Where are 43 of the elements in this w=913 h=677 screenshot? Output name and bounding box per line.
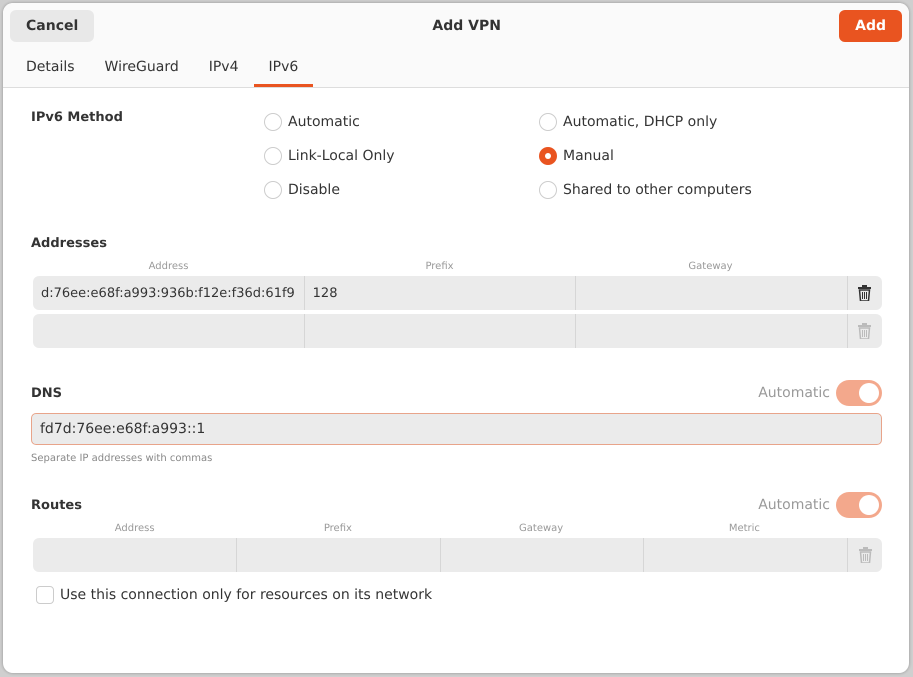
radio-button[interactable]	[264, 147, 282, 165]
trash-icon	[858, 323, 872, 339]
table-cell[interactable]: 128	[304, 276, 576, 310]
radio-label: Automatic, DHCP only	[563, 114, 718, 130]
dialog-title: Add VPN	[432, 18, 501, 34]
add-button[interactable]: Add	[839, 10, 902, 42]
column-header: Prefix	[424, 260, 455, 272]
tab[interactable]: IPv6	[254, 49, 314, 87]
column-header: Prefix	[322, 522, 353, 534]
toggle-switch[interactable]	[836, 492, 882, 518]
radio-button[interactable]	[264, 113, 282, 131]
cancel-button[interactable]: Cancel	[10, 10, 94, 42]
table-cell[interactable]: d:76ee:e68f:a993:936b:f12e:f36d:61f9	[33, 276, 305, 310]
radio-label: Disable	[288, 182, 340, 198]
checkbox-label: Use this connection only for resources on its network	[60, 587, 432, 603]
column-header: Gateway	[687, 260, 734, 272]
dns-field[interactable]: fd7d:76ee:e68f:a993::1	[31, 413, 882, 445]
trash-icon	[858, 285, 872, 301]
column-header: Metric	[728, 522, 761, 534]
toggle-label: Automatic	[758, 497, 830, 513]
radio-label: Shared to other computers	[563, 182, 752, 198]
radio-label: Automatic	[288, 114, 360, 130]
section-label: Routes	[31, 498, 82, 512]
checkbox[interactable]	[36, 586, 54, 604]
tab[interactable]: Details	[11, 49, 90, 87]
radio-button[interactable]	[539, 181, 557, 199]
radio-button[interactable]	[539, 113, 557, 131]
column-header: Address	[148, 260, 190, 272]
tab[interactable]: WireGuard	[90, 49, 194, 87]
radio-button[interactable]	[539, 147, 557, 165]
trash-icon	[858, 547, 872, 563]
tab[interactable]: IPv4	[194, 49, 254, 87]
section-label: IPv6 Method	[31, 110, 124, 127]
section-label: Addresses	[31, 236, 107, 250]
toggle-label: Automatic	[758, 385, 830, 401]
radio-label: Link-Local Only	[288, 148, 395, 164]
hint-text: Separate IP addresses with commas	[31, 453, 214, 464]
column-header: Address	[114, 522, 156, 534]
radio-button[interactable]	[264, 181, 282, 199]
toggle-switch[interactable]	[836, 380, 882, 406]
column-header: Gateway	[518, 522, 564, 534]
section-label: DNS	[31, 386, 62, 400]
radio-label: Manual	[563, 148, 614, 164]
